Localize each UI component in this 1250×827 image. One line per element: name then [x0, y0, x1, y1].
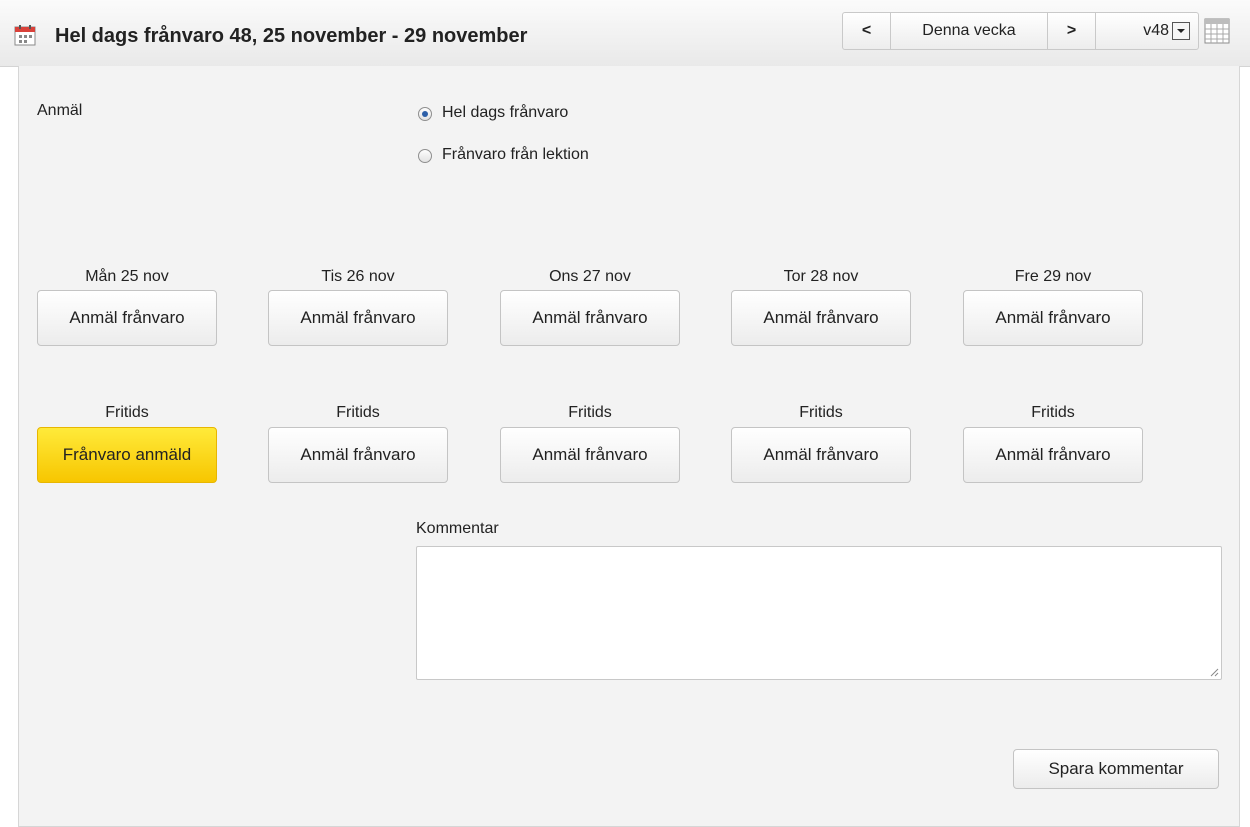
day-label-wed: Ons 27 nov — [549, 268, 631, 285]
save-comment-button[interactable]: Spara kommentar — [1013, 749, 1219, 789]
calendar-grid-icon[interactable] — [1204, 18, 1230, 44]
week-navigation: < Denna vecka > v48 — [842, 12, 1199, 50]
day-label-mon: Mån 25 nov — [85, 268, 169, 285]
fritids-label-fri: Fritids — [1031, 404, 1075, 421]
fritids-label-tue: Fritids — [336, 404, 380, 421]
radio-full-day[interactable] — [418, 107, 432, 121]
report-absence-button-tue[interactable]: Anmäl frånvaro — [268, 290, 448, 346]
report-label: Anmäl — [37, 102, 83, 119]
fritids-label-thu: Fritids — [799, 404, 843, 421]
this-week-button[interactable]: Denna vecka — [891, 13, 1048, 49]
day-label-thu: Tor 28 nov — [783, 268, 859, 285]
day-label-fri: Fre 29 nov — [1014, 268, 1092, 285]
fritids-report-absence-button-wed[interactable]: Anmäl frånvaro — [500, 427, 680, 483]
day-label-tue: Tis 26 nov — [321, 268, 395, 285]
fritids-label-mon: Fritids — [105, 404, 149, 421]
fritids-label-wed: Fritids — [568, 404, 612, 421]
report-absence-button-wed[interactable]: Anmäl frånvaro — [500, 290, 680, 346]
fritids-report-absence-button-fri[interactable]: Anmäl frånvaro — [963, 427, 1143, 483]
week-select[interactable]: v48 — [1096, 13, 1198, 49]
report-absence-button-mon[interactable]: Anmäl frånvaro — [37, 290, 217, 346]
radio-lesson-label[interactable]: Frånvaro från lektion — [442, 146, 589, 164]
page-header: Hel dags frånvaro 48, 25 november - 29 n… — [0, 0, 1250, 67]
previous-week-button[interactable]: < — [843, 13, 891, 49]
report-absence-button-fri[interactable]: Anmäl frånvaro — [963, 290, 1143, 346]
fritids-report-absence-button-thu[interactable]: Anmäl frånvaro — [731, 427, 911, 483]
chevron-down-icon[interactable] — [1172, 22, 1190, 40]
resize-handle-icon[interactable] — [1209, 667, 1219, 677]
fritids-report-absence-button-tue[interactable]: Anmäl frånvaro — [268, 427, 448, 483]
radio-full-day-label[interactable]: Hel dags frånvaro — [442, 104, 568, 122]
week-select-value: v48 — [1143, 22, 1169, 39]
comment-textarea[interactable] — [416, 546, 1222, 680]
report-absence-button-thu[interactable]: Anmäl frånvaro — [731, 290, 911, 346]
radio-lesson[interactable] — [418, 149, 432, 163]
page-title: Hel dags frånvaro 48, 25 november - 29 n… — [55, 25, 528, 47]
comment-label: Kommentar — [416, 520, 499, 537]
calendar-icon — [14, 25, 36, 46]
fritids-absence-reported-mon[interactable]: Frånvaro anmäld — [37, 427, 217, 483]
next-week-button[interactable]: > — [1048, 13, 1096, 49]
absence-form-panel: Anmäl Hel dags frånvaro Frånvaro från le… — [18, 66, 1240, 827]
